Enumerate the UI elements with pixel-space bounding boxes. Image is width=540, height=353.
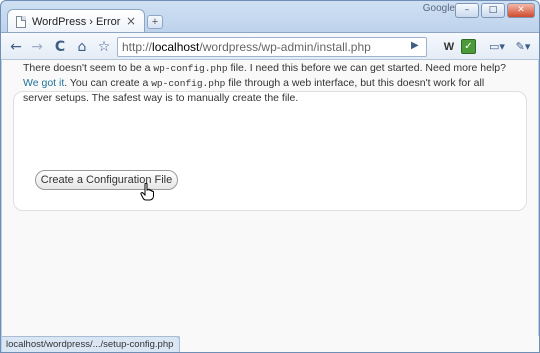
config-filename: wp-config.php (153, 63, 228, 74)
url-path: /wordpress/wp-admin/install.php (199, 40, 371, 54)
toolbar: ← → C ⌂ ☆ http://localhost/wordpress/wp-… (1, 32, 539, 60)
help-link[interactable]: We got it (23, 77, 64, 89)
content-bottom (180, 336, 539, 352)
message-text: file. I need this before we can get star… (227, 62, 506, 74)
google-brand-label: Google (422, 3, 455, 14)
message-text: . You can create a (64, 77, 152, 89)
forward-arrow-icon[interactable]: → (28, 38, 46, 56)
window-controls: – □ ✕ (455, 3, 535, 18)
tab-wordpress-error[interactable]: WordPress › Error × (7, 9, 145, 33)
url-host: localhost (152, 40, 200, 54)
close-window-button[interactable]: ✕ (507, 3, 535, 18)
browser-window: WordPress › Error × + Google – □ ✕ ← → C… (0, 0, 540, 353)
error-message: There doesn't seem to be a wp-config.php… (23, 61, 513, 106)
extension-w-icon[interactable]: W (441, 39, 457, 55)
message-text: There doesn't seem to be a (23, 62, 154, 74)
page-menu-icon[interactable]: ▭▾ (485, 38, 509, 56)
url-scheme: http:// (122, 40, 153, 54)
go-arrow-icon[interactable]: ▶ (411, 40, 419, 51)
maximize-button[interactable]: □ (481, 3, 505, 18)
home-icon[interactable]: ⌂ (73, 38, 91, 56)
back-arrow-icon[interactable]: ← (7, 38, 25, 56)
message-panel (13, 91, 527, 211)
address-bar[interactable]: http://localhost/wordpress/wp-admin/inst… (117, 37, 427, 57)
create-configuration-file-button[interactable]: Create a Configuration File (35, 170, 178, 190)
close-tab-icon[interactable]: × (126, 14, 136, 28)
tab-strip: WordPress › Error × + Google – □ ✕ (1, 1, 539, 33)
config-filename: wp-config.php (151, 78, 226, 89)
tab-title: WordPress › Error (32, 15, 121, 28)
extension-green-icon[interactable]: ✓ (461, 39, 476, 54)
bookmark-star-icon[interactable]: ☆ (95, 38, 113, 56)
page-icon (16, 15, 26, 28)
minimize-button[interactable]: – (455, 3, 479, 18)
reload-icon[interactable]: C (51, 38, 69, 56)
new-tab-button[interactable]: + (147, 15, 163, 29)
status-bar: localhost/wordpress/.../setup-config.php (2, 336, 180, 352)
hand-cursor-icon (140, 183, 154, 201)
tools-menu-icon[interactable]: ✎▾ (511, 38, 535, 56)
